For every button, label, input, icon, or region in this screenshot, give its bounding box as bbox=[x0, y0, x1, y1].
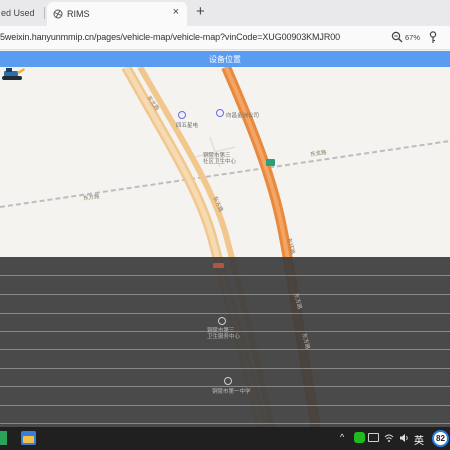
railway-line bbox=[0, 140, 450, 208]
poi-ring-icon bbox=[224, 377, 232, 385]
globe-icon bbox=[53, 9, 63, 19]
tab-inactive-label: ed Used bbox=[1, 8, 35, 18]
poi-ring-icon bbox=[218, 317, 226, 325]
tab-title: RIMS bbox=[67, 9, 90, 19]
wifi-icon[interactable] bbox=[384, 433, 394, 443]
browser-tab-bar: ed Used RIMS × + bbox=[0, 0, 450, 26]
key-icon[interactable] bbox=[428, 31, 438, 44]
tab-rims[interactable]: RIMS × bbox=[47, 2, 187, 26]
taskbar: ^ 英 82 bbox=[0, 427, 450, 450]
vehicle-map[interactable]: 东北路 四五星电 向昌金洲公司 铜陵市第三 社区卫生中心 东方路 东龙路 东方路… bbox=[0, 67, 450, 427]
ime-indicator[interactable]: 英 bbox=[414, 432, 424, 447]
highway-shield-icon bbox=[266, 159, 275, 166]
zoom-icon[interactable] bbox=[391, 31, 403, 43]
poi-ring-icon bbox=[178, 111, 186, 119]
url-text[interactable]: 5weixin.hanyunmmip.cn/pages/vehicle-map/… bbox=[0, 32, 340, 42]
poi-label: 四五星电 bbox=[176, 123, 199, 129]
poi-ring-icon bbox=[216, 109, 224, 117]
screen: ed Used RIMS × + 5weixin.hanyunmmip.cn/p… bbox=[0, 0, 450, 450]
battery-icon[interactable] bbox=[368, 433, 379, 442]
wechat-icon[interactable] bbox=[354, 432, 365, 443]
volume-icon[interactable] bbox=[399, 433, 409, 443]
loading-overlay: 铜陵市第三 卫生服务中心 铜陵市第一中学 东方路 东方路 bbox=[0, 257, 450, 427]
tray-expand-icon[interactable]: ^ bbox=[340, 432, 344, 442]
taskbar-app-icon[interactable] bbox=[0, 431, 7, 445]
road-label: 东方路 bbox=[300, 332, 311, 351]
close-icon[interactable]: × bbox=[173, 6, 179, 18]
new-tab-button[interactable]: + bbox=[196, 4, 205, 20]
zoom-level: 67% bbox=[405, 33, 421, 42]
poi-label: 铜陵市第三 卫生服务中心 bbox=[207, 328, 241, 340]
poi-label: 铜陵市第一中学 bbox=[212, 389, 251, 395]
page-title: 设备位置 bbox=[209, 55, 241, 64]
highway-shield-icon bbox=[213, 263, 224, 268]
excavator-icon[interactable] bbox=[0, 67, 26, 81]
page-header: 设备位置 bbox=[0, 51, 450, 67]
tab-separator bbox=[44, 7, 45, 19]
address-bar[interactable]: 5weixin.hanyunmmip.cn/pages/vehicle-map/… bbox=[0, 26, 450, 50]
poi-label: 铜陵市第三 社区卫生中心 bbox=[203, 153, 237, 165]
tab-inactive[interactable]: ed Used bbox=[0, 0, 46, 26]
file-explorer-icon[interactable] bbox=[21, 431, 36, 445]
poi-label: 向昌金洲公司 bbox=[226, 113, 260, 119]
notification-badge[interactable]: 82 bbox=[432, 430, 449, 447]
